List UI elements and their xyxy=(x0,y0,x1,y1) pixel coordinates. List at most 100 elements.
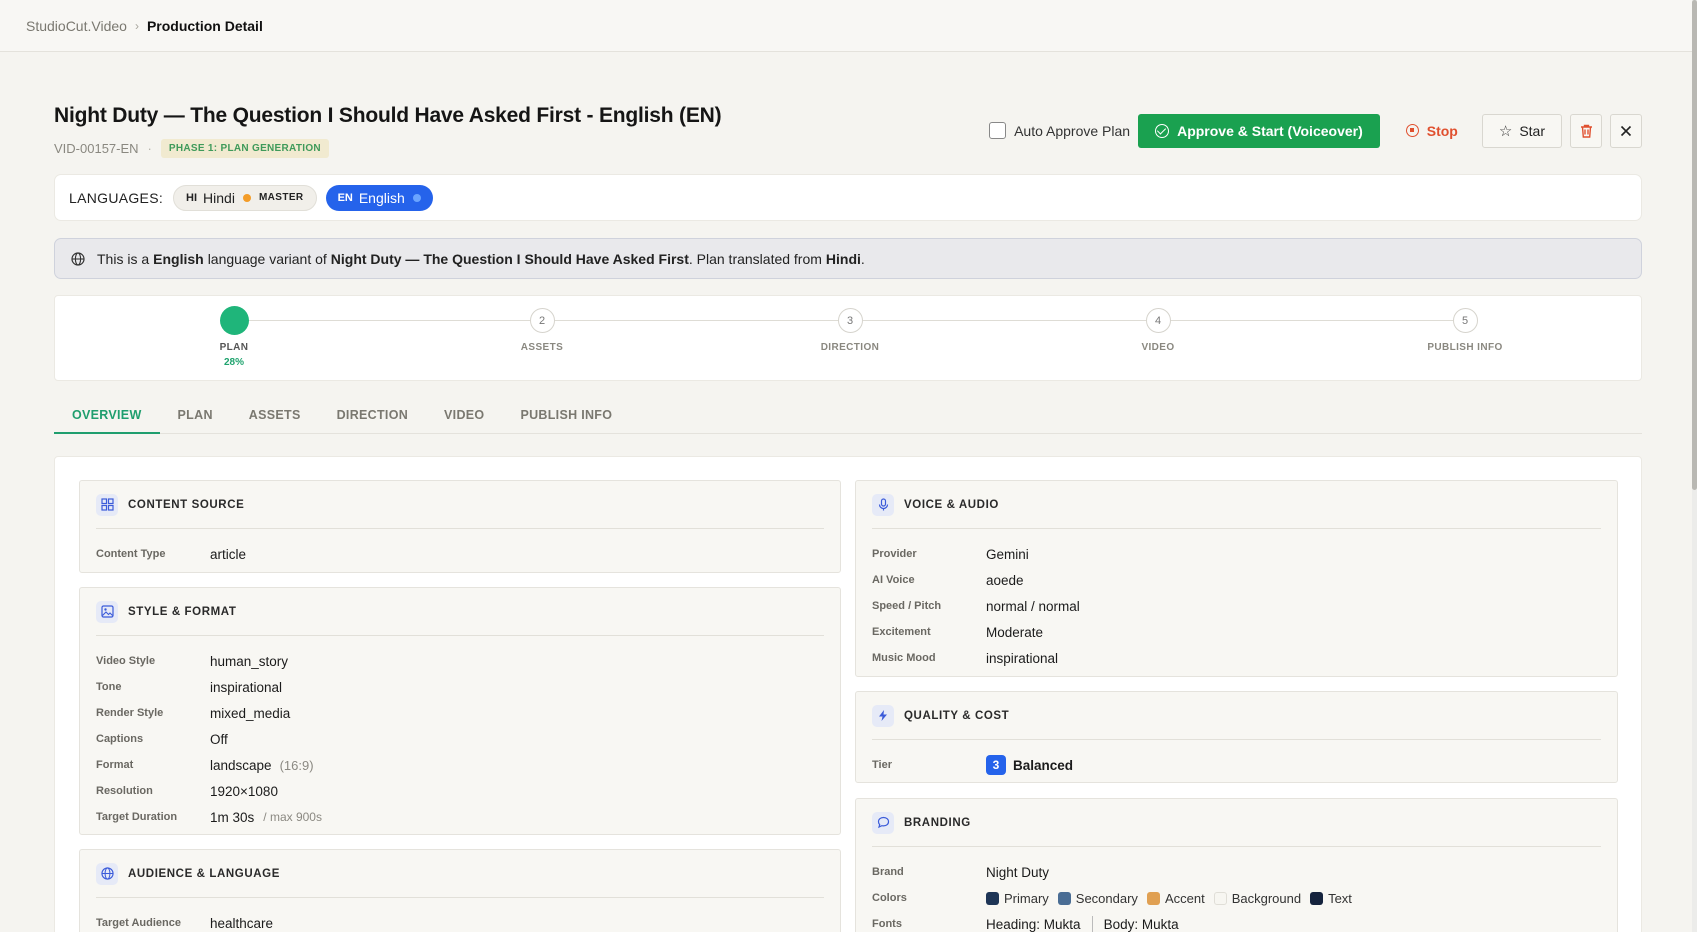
phase-badge: PHASE 1: PLAN GENERATION xyxy=(160,139,329,158)
stop-label: Stop xyxy=(1426,122,1458,139)
breadcrumb-current: Production Detail xyxy=(146,17,263,34)
language-code: EN xyxy=(337,191,353,204)
status-dot xyxy=(412,193,421,202)
field-value: 1m 30s xyxy=(210,809,255,825)
detail-row: Provider Gemini xyxy=(872,541,1601,567)
detail-row: Format landscape (16:9) xyxy=(96,752,824,778)
field-value: healthcare xyxy=(210,915,274,931)
step-direction[interactable]: 3 DIRECTION xyxy=(790,308,910,353)
tab-overview[interactable]: OVERVIEW xyxy=(54,400,160,434)
auto-approve-checkbox[interactable] xyxy=(989,122,1007,139)
body-font: Body: Mukta xyxy=(1103,916,1179,932)
content-source-card: CONTENT SOURCE Content Type article xyxy=(79,480,841,573)
detail-row: Resolution 1920×1080 xyxy=(96,778,824,804)
color-name: Accent xyxy=(1164,890,1205,906)
detail-row: Tier 3 Balanced xyxy=(872,752,1601,778)
language-chip-english[interactable]: EN English xyxy=(325,184,433,211)
field-value: human_story xyxy=(210,653,289,669)
tab-video[interactable]: VIDEO xyxy=(426,400,502,434)
card-rows: Tier 3 Balanced xyxy=(856,740,1617,778)
field-value: article xyxy=(210,546,247,562)
close-button[interactable] xyxy=(1610,113,1642,148)
detail-row: Fonts Heading: Mukta Body: Mukta xyxy=(872,911,1601,932)
stop-button[interactable]: Stop xyxy=(1380,114,1482,148)
field-value: inspirational xyxy=(986,650,1059,666)
info-text-1: This is a xyxy=(97,250,150,267)
info-text-3: . Plan translated from xyxy=(688,250,822,267)
detail-row: Target Audience healthcare xyxy=(96,910,824,932)
auto-approve-toggle[interactable]: Auto Approve Plan xyxy=(989,122,1130,139)
card-header: STYLE & FORMAT xyxy=(96,588,824,636)
font-separator xyxy=(1091,916,1093,932)
card-rows: Video Style human_story Tone inspirational… xyxy=(80,636,840,830)
approve-start-label: Approve & Start (Voiceover) xyxy=(1177,122,1363,139)
step-assets[interactable]: 2 ASSETS xyxy=(482,308,602,353)
field-value: Moderate xyxy=(986,624,1044,640)
grid-icon xyxy=(96,493,118,516)
languages-label: LANGUAGES: xyxy=(69,189,164,206)
field-value: normal / normal xyxy=(986,598,1080,614)
image-icon xyxy=(96,600,118,623)
globe-icon xyxy=(71,251,85,266)
star-button[interactable]: ☆ Star xyxy=(1481,113,1562,148)
star-label: Star xyxy=(1519,122,1545,139)
color-swatches: Primary Secondary Accent Background Text xyxy=(986,891,1361,906)
tab-publish-info[interactable]: PUBLISH INFO xyxy=(502,400,630,434)
tab-assets[interactable]: ASSETS xyxy=(231,400,319,434)
scrollbar[interactable] xyxy=(1692,0,1697,932)
languages-bar: LANGUAGES: HI Hindi MASTER EN English xyxy=(54,174,1642,221)
brand-name: Night Duty xyxy=(986,864,1050,880)
color-swatch xyxy=(1213,891,1227,905)
color-accent: Accent xyxy=(1146,890,1205,906)
step-circle: 5 xyxy=(1452,308,1478,333)
detail-row: Colors Primary Secondary Accent Backgrou… xyxy=(872,885,1601,911)
info-language: English xyxy=(153,250,204,267)
tab-plan[interactable]: PLAN xyxy=(160,400,231,434)
approve-start-button[interactable]: Approve & Start (Voiceover) xyxy=(1138,113,1380,148)
title-meta: VID-00157-EN · PHASE 1: PLAN GENERATION xyxy=(54,139,329,158)
top-bar: StudioCut.Video › Production Detail xyxy=(0,0,1692,52)
header-actions: Auto Approve Plan Approve & Start (Voice… xyxy=(989,113,1642,148)
step-circle: 4 xyxy=(1145,308,1171,333)
field-extra: (16:9) xyxy=(279,757,314,773)
chevron-right-icon: › xyxy=(134,18,139,33)
step-plan[interactable]: PLAN 28% xyxy=(174,306,294,368)
color-secondary: Secondary xyxy=(1057,890,1138,906)
card-header: BRANDING xyxy=(872,799,1601,847)
field-label: Colors xyxy=(872,892,907,904)
card-title: QUALITY & COST xyxy=(904,709,1010,722)
field-label: Provider xyxy=(872,548,917,560)
field-label: Captions xyxy=(96,733,144,745)
globe-icon xyxy=(96,862,118,885)
field-label: Fonts xyxy=(872,918,902,930)
field-label: Render Style xyxy=(96,707,164,719)
field-label: Format xyxy=(96,759,134,771)
color-swatch xyxy=(1057,891,1071,905)
page-title: Night Duty — The Question I Should Have … xyxy=(54,104,722,127)
step-label: DIRECTION xyxy=(820,342,880,353)
delete-button[interactable] xyxy=(1570,113,1602,148)
detail-row: Tone inspirational xyxy=(96,674,824,700)
card-rows: Target Audience healthcare xyxy=(80,898,840,932)
field-value: landscape xyxy=(210,757,272,773)
branding-card: BRANDING Brand Night Duty Colors Primary … xyxy=(855,798,1618,932)
detail-row: Music Mood inspirational xyxy=(872,645,1601,671)
field-value: inspirational xyxy=(210,679,283,695)
detail-row: Speed / Pitch normal / normal xyxy=(872,593,1601,619)
field-label: Brand xyxy=(872,866,904,878)
tab-direction[interactable]: DIRECTION xyxy=(319,400,426,434)
color-name: Text xyxy=(1328,890,1352,906)
language-chip-hindi[interactable]: HI Hindi MASTER xyxy=(173,184,317,211)
detail-row: Video Style human_story xyxy=(96,648,824,674)
scrollbar-thumb[interactable] xyxy=(1692,0,1697,490)
breadcrumb-root[interactable]: StudioCut.Video xyxy=(26,18,127,34)
color-name: Secondary xyxy=(1075,890,1138,906)
field-label: Video Style xyxy=(96,655,156,667)
step-video[interactable]: 4 VIDEO xyxy=(1098,308,1218,353)
info-source-language: Hindi xyxy=(825,250,861,267)
progress-stepper: PLAN 28% 2 ASSETS 3 DIRECTION 4 VIDEO 5 … xyxy=(54,295,1642,381)
detail-row: Excitement Moderate xyxy=(872,619,1601,645)
separator-dot: · xyxy=(147,141,152,156)
color-background: Background xyxy=(1213,891,1301,906)
step-publish-info[interactable]: 5 PUBLISH INFO xyxy=(1405,308,1525,353)
